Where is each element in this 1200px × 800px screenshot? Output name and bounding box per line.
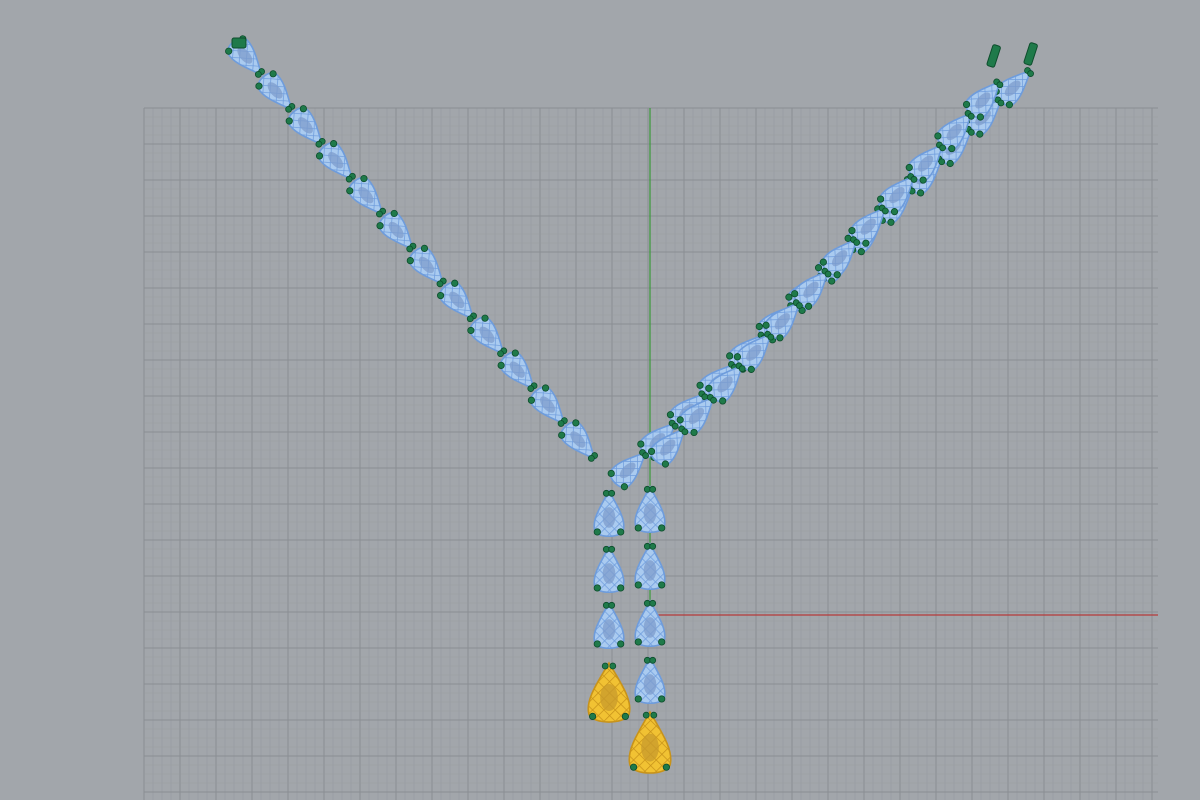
rhino-viewport[interactable]	[0, 0, 1200, 800]
blue-pear-gem[interactable]	[593, 601, 625, 650]
gem-table	[643, 674, 657, 695]
blue-pear-gem[interactable]	[593, 489, 625, 538]
prong	[608, 489, 616, 497]
blue-pear-gem[interactable]	[634, 599, 666, 648]
prong	[634, 695, 642, 703]
prong	[608, 545, 616, 553]
gem-table	[643, 560, 657, 581]
yellow-pear-gem[interactable]	[587, 661, 631, 723]
blue-pear-gem[interactable]	[634, 485, 666, 534]
viewport-canvas[interactable]	[0, 0, 1200, 800]
prong	[617, 640, 625, 648]
prong	[649, 656, 657, 664]
prong	[617, 584, 625, 592]
necklace-model[interactable]	[224, 34, 1040, 774]
prong	[658, 581, 666, 589]
prong	[658, 638, 666, 646]
gem-table	[602, 563, 616, 584]
prong	[630, 763, 638, 771]
prong	[609, 662, 617, 670]
blue-pear-gem[interactable]	[634, 542, 666, 591]
prong	[649, 542, 657, 550]
prong	[601, 662, 609, 670]
gem-table	[643, 503, 657, 524]
prong	[589, 712, 597, 721]
prong	[658, 524, 666, 532]
prong	[662, 763, 670, 771]
blue-pear-gem[interactable]	[634, 656, 666, 705]
prong	[649, 599, 657, 607]
prong	[650, 711, 658, 719]
gem-table	[602, 507, 616, 528]
prong	[593, 528, 601, 536]
gem-table	[600, 684, 618, 711]
prong	[617, 528, 625, 536]
prong	[634, 524, 642, 532]
yellow-pear-gem[interactable]	[628, 710, 672, 774]
prong	[642, 711, 650, 719]
prong	[649, 485, 657, 493]
prong	[593, 584, 601, 592]
prong	[608, 601, 616, 609]
clasp-bar[interactable]	[1023, 42, 1038, 66]
clasp-bar[interactable]	[986, 44, 1001, 68]
prong	[658, 695, 666, 703]
gem-table	[602, 619, 616, 640]
gem-table	[643, 617, 657, 638]
clasp-bar[interactable]	[231, 37, 247, 49]
prong	[634, 638, 642, 646]
prong	[593, 640, 601, 648]
prong	[634, 581, 642, 589]
blue-pear-gem[interactable]	[593, 545, 625, 594]
prong	[621, 712, 629, 721]
gem-table	[641, 733, 659, 762]
